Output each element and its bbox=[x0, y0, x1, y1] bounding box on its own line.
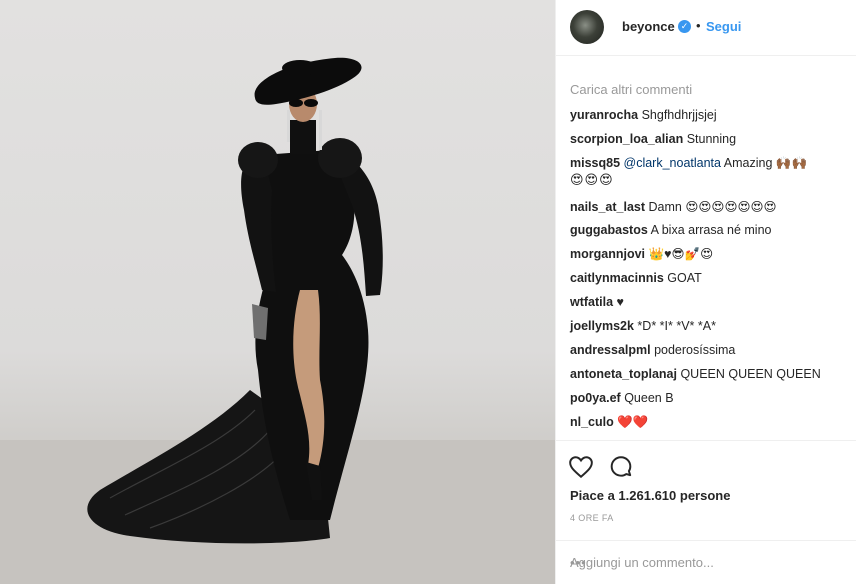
comment-text: GOAT bbox=[667, 271, 702, 285]
comment-username[interactable]: guggabastos bbox=[570, 223, 648, 237]
comments-list[interactable]: Carica altri commenti yuranrocha Shgfhdh… bbox=[556, 57, 856, 441]
avatar[interactable] bbox=[570, 10, 604, 44]
comment-username[interactable]: andressalpml bbox=[570, 343, 651, 357]
verified-badge-icon: ✓ bbox=[678, 20, 691, 33]
comment-username[interactable]: caitlynmacinnis bbox=[570, 271, 664, 285]
post-username[interactable]: beyonce bbox=[622, 19, 675, 34]
comment-username[interactable]: scorpion_loa_alian bbox=[570, 132, 683, 146]
comment-item: nails_at_last Damn 😍😍😍😍😍😍😍 bbox=[570, 195, 850, 219]
comment-username[interactable]: po0ya.ef bbox=[570, 391, 621, 405]
more-options-icon[interactable]: ••• bbox=[570, 555, 846, 570]
comment-item: scorpion_loa_alian Stunning bbox=[570, 127, 850, 151]
comment-username[interactable]: joellyms2k bbox=[570, 319, 634, 333]
comment-text-continued: 😍😍😍 bbox=[570, 172, 614, 187]
comment-text: Queen B bbox=[624, 391, 674, 405]
comment-item: po0ya.ef Queen B bbox=[570, 386, 850, 410]
post-photo-illustration bbox=[0, 57, 555, 584]
comment-username[interactable]: nl_culo bbox=[570, 415, 614, 429]
comment-username[interactable]: morgannjovi bbox=[570, 247, 645, 261]
comment-text: 👑♥😎💅😍 bbox=[648, 247, 714, 261]
comment-item: yuranrocha Shgfhdhrjjsjej bbox=[570, 103, 850, 127]
comment-text: Amazing 🙌🏾🙌🏾 bbox=[723, 156, 808, 170]
comment-item: morgannjovi 👑♥😎💅😍 bbox=[570, 242, 850, 266]
comment-username[interactable]: yuranrocha bbox=[570, 108, 638, 122]
post-details-panel: beyonce ✓ • Segui Carica altri commenti … bbox=[555, 0, 859, 584]
comment-text: ♥ bbox=[616, 295, 624, 309]
comment-text: QUEEN QUEEN QUEEN bbox=[680, 367, 821, 381]
comment-username[interactable]: antoneta_toplanaj bbox=[570, 367, 677, 381]
comment-text: Stunning bbox=[686, 132, 737, 146]
likes-count[interactable]: Piace a 1.261.610 persone bbox=[570, 488, 730, 503]
post-header: beyonce ✓ • Segui bbox=[556, 0, 856, 56]
comment-username[interactable]: missq85 bbox=[570, 156, 620, 170]
comment-username[interactable]: nails_at_last bbox=[570, 200, 645, 214]
comment-username[interactable]: wtfatila bbox=[570, 295, 613, 309]
comment-text: Damn 😍😍😍😍😍😍😍 bbox=[648, 200, 777, 214]
comment-item: guggabastos A bixa arrasa né mino bbox=[570, 218, 850, 242]
follow-button[interactable]: Segui bbox=[706, 19, 741, 34]
comment-bubble-icon[interactable] bbox=[608, 454, 634, 480]
comment-item: antoneta_toplanaj QUEEN QUEEN QUEEN bbox=[570, 362, 850, 386]
post-timestamp[interactable]: 4 ORE FA bbox=[570, 513, 614, 523]
comment-text: ❤️❤️ bbox=[617, 415, 649, 429]
comment-item: nl_culo ❤️❤️ bbox=[570, 410, 850, 434]
comment-item: caitlynmacinnis GOAT bbox=[570, 266, 850, 290]
comment-text: Shgfhdhrjjsjej bbox=[641, 108, 717, 122]
comment-item: joellyms2k *D* *I* *V* *A* bbox=[570, 314, 850, 338]
separator-dot: • bbox=[696, 18, 701, 33]
load-more-comments-link[interactable]: Carica altri commenti bbox=[570, 82, 692, 97]
comment-item: andressalpml poderosíssima bbox=[570, 338, 850, 362]
heart-icon[interactable] bbox=[568, 454, 594, 480]
comment-text: poderosíssima bbox=[654, 343, 736, 357]
comment-mention[interactable]: @clark_noatlanta bbox=[624, 156, 721, 170]
post-actions-bar bbox=[556, 442, 856, 490]
comment-text: *D* *I* *V* *A* bbox=[637, 319, 716, 333]
comment-item: wtfatila ♥ bbox=[570, 290, 850, 314]
add-comment-field[interactable]: Aggiungi un commento... ••• bbox=[556, 540, 856, 584]
comment-text: A bixa arrasa né mino bbox=[650, 223, 772, 237]
post-photo[interactable] bbox=[0, 0, 555, 584]
